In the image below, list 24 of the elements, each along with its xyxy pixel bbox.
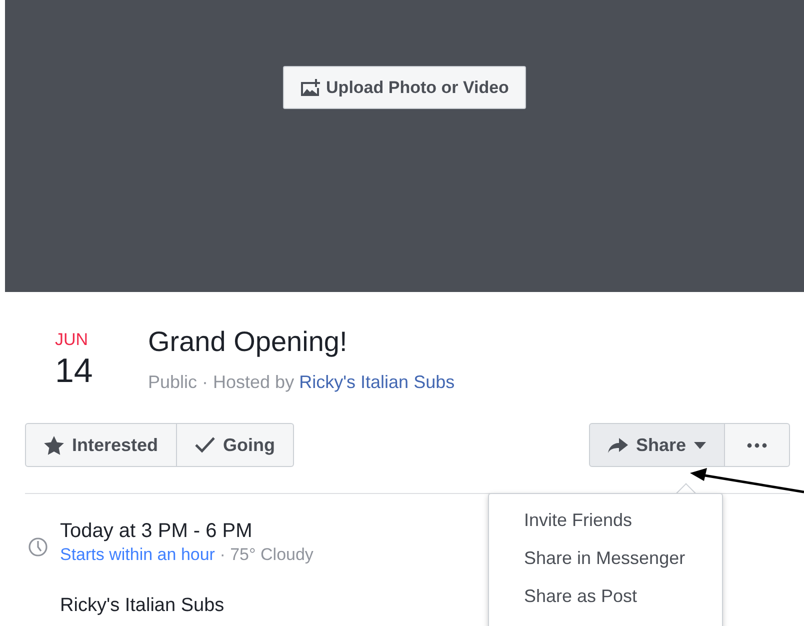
interested-button[interactable]: Interested <box>25 423 178 467</box>
more-icon <box>747 442 767 448</box>
share-arrow-icon <box>608 438 628 452</box>
starts-soon-link[interactable]: Starts within an hour <box>60 545 215 564</box>
menu-item[interactable]: Share in Messenger <box>524 548 722 569</box>
event-time: Today at 3 PM - 6 PM <box>60 520 254 543</box>
event-title: Grand Opening! <box>148 326 348 358</box>
more-button[interactable] <box>725 423 790 467</box>
weather-text: · 75° Cloudy <box>220 545 314 564</box>
host-link[interactable]: Ricky's Italian Subs <box>299 372 455 392</box>
event-month: JUN <box>55 330 90 350</box>
event-privacy-host: Public · Hosted by <box>148 372 294 392</box>
share-button[interactable]: Share <box>588 423 725 467</box>
location-name: Ricky's Italian Subs <box>60 595 226 617</box>
menu-item[interactable]: Share as Post <box>524 586 722 607</box>
checkmark-icon <box>195 437 216 453</box>
clock-icon <box>28 537 48 557</box>
star-icon <box>44 436 64 454</box>
photo-add-icon <box>300 78 320 96</box>
event-day: 14 <box>55 352 148 391</box>
going-button[interactable]: Going <box>177 423 294 467</box>
upload-button[interactable]: Upload Photo or Video <box>283 66 526 109</box>
caret-icon <box>694 442 706 448</box>
menu-item[interactable]: Invite Friends <box>524 510 722 531</box>
